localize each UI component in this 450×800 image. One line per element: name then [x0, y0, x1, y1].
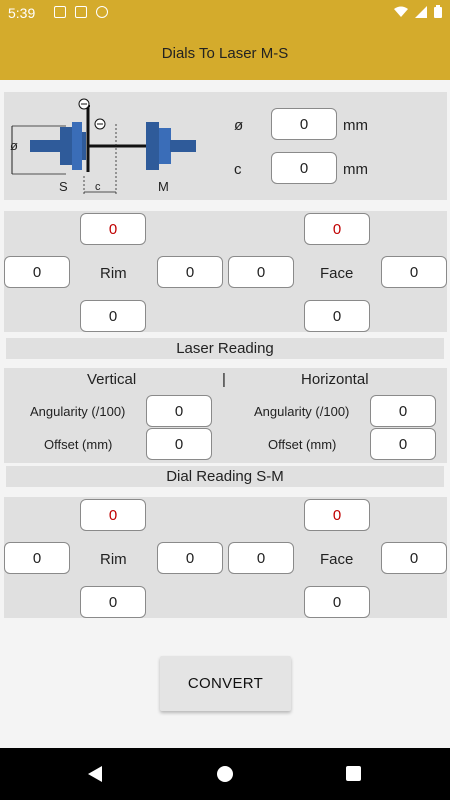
face-left-input[interactable]: 0 — [228, 256, 294, 288]
face-right-input[interactable]: 0 — [381, 256, 447, 288]
vertical-label: Vertical — [87, 371, 137, 388]
sm-rim-bottom[interactable]: 0 — [80, 586, 146, 618]
rim-top-input[interactable]: 0 — [80, 213, 146, 245]
rim-bottom-input[interactable]: 0 — [80, 300, 146, 332]
dial-reading-header: Dial Reading S-M — [6, 466, 444, 487]
recent-apps-icon[interactable] — [346, 766, 361, 781]
face-top-input[interactable]: 0 — [304, 213, 370, 245]
horizontal-offset-input[interactable]: 0 — [370, 428, 436, 460]
back-icon[interactable] — [88, 766, 102, 782]
sm-rim-right[interactable]: 0 — [157, 542, 223, 574]
rim-right-input[interactable]: 0 — [157, 256, 223, 288]
notification-icons — [54, 6, 108, 18]
vertical-offset-input[interactable]: 0 — [146, 428, 212, 460]
column-separator: | — [222, 371, 226, 388]
input-panel: ø S c M ø 0 mm c 0 mm — [4, 92, 447, 200]
sm-face-left[interactable]: 0 — [228, 542, 294, 574]
sm-face-right[interactable]: 0 — [381, 542, 447, 574]
sm-face-label: Face — [320, 551, 354, 568]
face-bottom-input[interactable]: 0 — [304, 300, 370, 332]
vertical-offset-label: Offset (mm) — [44, 437, 113, 452]
convert-button[interactable]: CONVERT — [160, 656, 291, 711]
status-bar: 5:39 — [0, 0, 450, 26]
app-bar: Dials To Laser M-S — [0, 26, 450, 80]
face-label: Face — [320, 265, 354, 282]
sd-card-icon — [75, 6, 87, 18]
wifi-icon — [394, 6, 408, 17]
dial-input-panel: 0 0 Rim 0 0 0 0 Face 0 0 — [4, 211, 447, 332]
horizontal-offset-label: Offset (mm) — [268, 437, 337, 452]
sync-icon — [96, 6, 108, 18]
horizontal-angularity-input[interactable]: 0 — [370, 395, 436, 427]
dial-reading-panel: 0 0 Rim 0 0 0 0 Face 0 0 — [4, 497, 447, 618]
system-icons — [394, 5, 442, 18]
c-label: c — [234, 161, 242, 178]
laser-reading-title: Laser Reading — [176, 340, 274, 357]
notification-a-icon — [54, 6, 66, 18]
diagram-s-label: S — [59, 179, 68, 194]
laser-reading-header: Laser Reading — [6, 338, 444, 359]
signal-icon — [415, 5, 427, 18]
vertical-angularity-input[interactable]: 0 — [146, 395, 212, 427]
battery-icon — [434, 5, 442, 18]
status-time: 5:39 — [8, 5, 36, 21]
sm-rim-label: Rim — [100, 551, 127, 568]
horizontal-angularity-label: Angularity (/100) — [254, 404, 350, 419]
diameter-unit: mm — [343, 117, 368, 134]
sm-face-top[interactable]: 0 — [304, 499, 370, 531]
diagram-c-label: c — [95, 181, 101, 193]
rim-left-input[interactable]: 0 — [4, 256, 70, 288]
diagram-m-label: M — [158, 179, 169, 194]
laser-reading-panel: Vertical | Horizontal Angularity (/100) … — [4, 368, 447, 463]
c-input[interactable]: 0 — [271, 152, 337, 184]
diameter-input[interactable]: 0 — [271, 108, 337, 140]
rim-label: Rim — [100, 265, 127, 282]
diagram-diameter-label: ø — [10, 138, 18, 153]
sm-rim-left[interactable]: 0 — [4, 542, 70, 574]
home-icon[interactable] — [217, 766, 233, 782]
sm-rim-top[interactable]: 0 — [80, 499, 146, 531]
page-title: Dials To Laser M-S — [161, 44, 289, 62]
dial-reading-title: Dial Reading S-M — [166, 468, 284, 485]
vertical-angularity-label: Angularity (/100) — [30, 404, 126, 419]
diameter-label: ø — [234, 117, 244, 134]
sm-face-bottom[interactable]: 0 — [304, 586, 370, 618]
horizontal-label: Horizontal — [301, 371, 369, 388]
shaft-diagram — [11, 98, 196, 194]
c-unit: mm — [343, 161, 368, 178]
